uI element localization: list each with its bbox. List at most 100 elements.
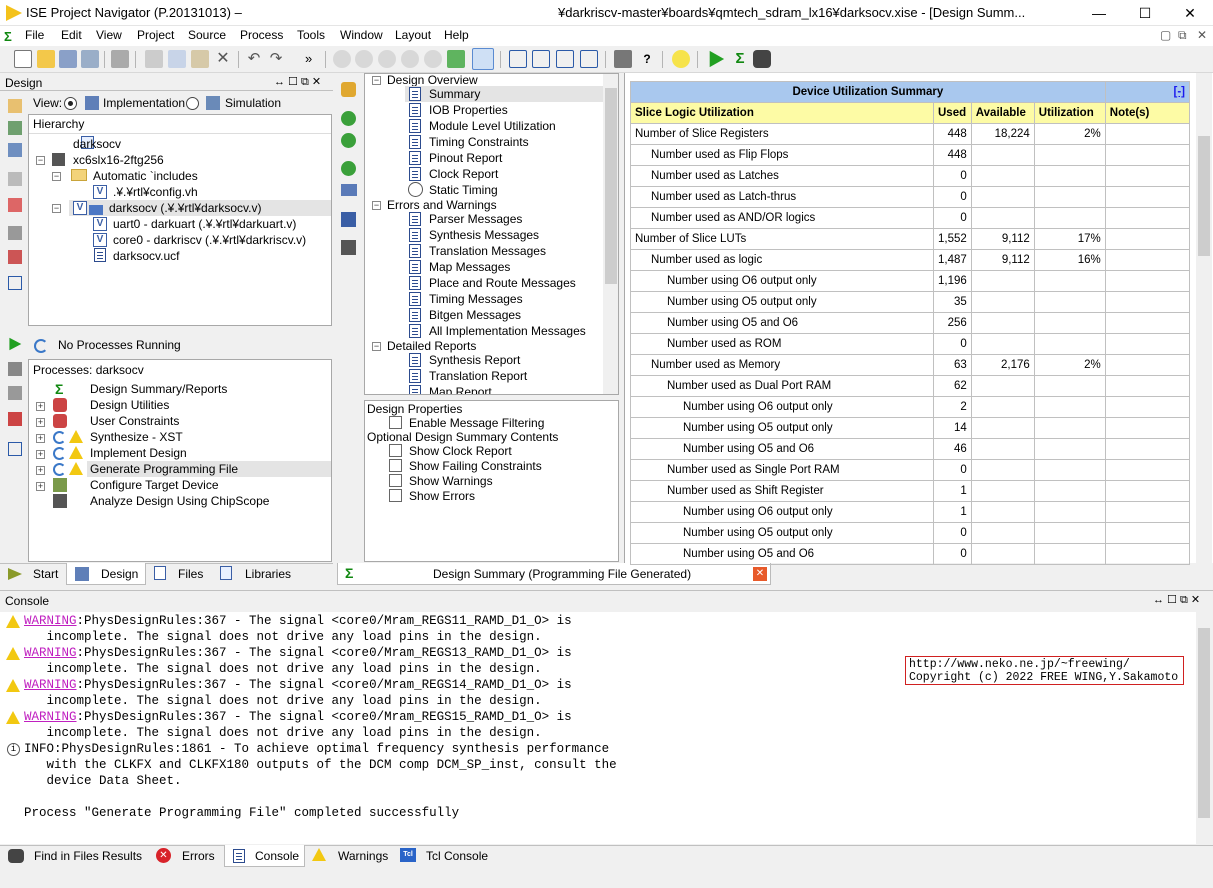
- close-button[interactable]: ✕: [1167, 0, 1213, 26]
- implementation-radio[interactable]: [64, 97, 77, 110]
- nav-pinout[interactable]: Pinout Report: [429, 151, 502, 165]
- nav-parser[interactable]: Parser Messages: [429, 212, 522, 226]
- tree-item-uart[interactable]: uart0 - darkuart (.¥.¥rtl¥darkuart.v): [113, 217, 296, 231]
- menu-process[interactable]: Process: [240, 28, 283, 42]
- new-source-icon[interactable]: [8, 121, 22, 135]
- properties-icon[interactable]: [8, 226, 22, 240]
- process-configure[interactable]: Configure Target Device: [90, 478, 219, 492]
- tile-vertical-icon[interactable]: [556, 50, 574, 68]
- nav-synthesis-report[interactable]: Synthesis Report: [429, 353, 520, 367]
- tab-libraries[interactable]: Libraries: [216, 565, 306, 587]
- expand-icon[interactable]: +: [36, 466, 45, 475]
- failing-constraints-checkbox[interactable]: [389, 459, 402, 472]
- filter-label[interactable]: Enable Message Filtering: [409, 416, 544, 430]
- collapse-icon[interactable]: −: [52, 172, 61, 181]
- menu-tools[interactable]: Tools: [297, 28, 325, 42]
- back-icon[interactable]: [341, 111, 356, 126]
- window-icon[interactable]: [8, 276, 22, 290]
- overflow-chevron-icon[interactable]: »: [305, 50, 323, 68]
- redo-icon[interactable]: ↷: [267, 50, 285, 68]
- clock-report-label[interactable]: Show Clock Report: [409, 444, 512, 458]
- nav-module-util[interactable]: Module Level Utilization: [429, 119, 556, 133]
- simulation-label[interactable]: Simulation: [225, 96, 281, 110]
- save-all-icon[interactable]: [81, 50, 99, 68]
- summary-scroll-thumb[interactable]: [1198, 136, 1210, 256]
- collapse-icon[interactable]: −: [372, 342, 381, 351]
- menu-help[interactable]: Help: [444, 28, 469, 42]
- save-icon[interactable]: [59, 50, 77, 68]
- nav-clock[interactable]: Clock Report: [429, 167, 498, 181]
- process-implement[interactable]: Implement Design: [90, 446, 187, 460]
- telescope-icon[interactable]: [753, 50, 771, 68]
- expand-icon[interactable]: +: [36, 434, 45, 443]
- nav-summary[interactable]: Summary: [429, 87, 480, 101]
- tab-find-results[interactable]: Find in Files Results: [4, 847, 150, 869]
- console-window-controls-icon[interactable]: ↔ ☐ ⧉ ✕: [1153, 593, 1200, 607]
- expand-icon[interactable]: +: [36, 450, 45, 459]
- sigma-summary-icon[interactable]: Σ: [731, 50, 749, 68]
- menu-source[interactable]: Source: [188, 28, 226, 42]
- filter-checkbox[interactable]: [389, 416, 402, 429]
- errors-label[interactable]: Show Errors: [409, 489, 475, 503]
- nav-static-timing[interactable]: Static Timing: [429, 183, 498, 197]
- add-copy-source-icon[interactable]: [8, 143, 22, 157]
- collapse-icon[interactable]: −: [372, 76, 381, 85]
- tree-item-includes[interactable]: Automatic `includes: [93, 169, 198, 183]
- zoom-fit-icon[interactable]: [401, 50, 419, 68]
- nav-timing-msg[interactable]: Timing Messages: [429, 292, 523, 306]
- nav-detailed[interactable]: Detailed Reports: [387, 339, 476, 353]
- forward-icon[interactable]: [341, 133, 356, 148]
- nav-errors-warnings[interactable]: Errors and Warnings: [387, 198, 497, 212]
- nav-all-impl-msg[interactable]: All Implementation Messages: [429, 324, 586, 338]
- process-design-utilities[interactable]: Design Utilities: [90, 398, 169, 412]
- collapse-link[interactable]: [-]: [1104, 81, 1191, 103]
- process-chipscope[interactable]: Analyze Design Using ChipScope: [90, 494, 269, 508]
- mdi-restore-icon[interactable]: ⧉: [1178, 28, 1187, 43]
- warnings-checkbox[interactable]: [389, 474, 402, 487]
- collapse-icon[interactable]: −: [372, 201, 381, 210]
- tab-files[interactable]: Files: [150, 565, 214, 587]
- nav-synthesis-msg[interactable]: Synthesis Messages: [429, 228, 539, 242]
- tree-item-darksocv[interactable]: darksocv (.¥.¥rtl¥darksocv.v): [109, 201, 262, 215]
- tile-horizontal-icon[interactable]: [532, 50, 550, 68]
- tree-item-ucf[interactable]: darksocv.ucf: [113, 249, 179, 263]
- tree-item-device[interactable]: xc6slx16-2ftg256: [73, 153, 164, 167]
- simulation-radio[interactable]: [186, 97, 199, 110]
- undo-icon[interactable]: ↶: [245, 50, 263, 68]
- nav-map-msg[interactable]: Map Messages: [429, 260, 510, 274]
- remove-source-icon[interactable]: [8, 198, 22, 212]
- process-user-constraints[interactable]: User Constraints: [90, 414, 179, 428]
- tab-console[interactable]: Console: [224, 845, 305, 867]
- mdi-close-icon[interactable]: ✕: [1197, 28, 1207, 42]
- warning-link[interactable]: WARNING: [24, 710, 77, 724]
- home-icon[interactable]: [341, 82, 356, 97]
- html-icon[interactable]: [341, 184, 357, 196]
- nav-design-overview[interactable]: Design Overview: [387, 74, 478, 87]
- warning-link[interactable]: WARNING: [24, 678, 77, 692]
- menu-window[interactable]: Window: [340, 28, 383, 42]
- menu-layout[interactable]: Layout: [395, 28, 431, 42]
- refresh-icon[interactable]: [447, 50, 465, 68]
- add-source-icon[interactable]: [8, 99, 22, 113]
- process-design-summary[interactable]: Design Summary/Reports: [90, 382, 227, 396]
- nav-iob[interactable]: IOB Properties: [429, 103, 508, 117]
- mdi-minimize-icon[interactable]: ▢: [1160, 28, 1171, 42]
- panner-icon[interactable]: [472, 48, 494, 70]
- errors-checkbox[interactable]: [389, 489, 402, 502]
- new-file-icon[interactable]: [14, 50, 32, 68]
- warnings-label[interactable]: Show Warnings: [409, 474, 493, 488]
- reload-icon[interactable]: [341, 161, 356, 176]
- nav-timing-constraints[interactable]: Timing Constraints: [429, 135, 529, 149]
- tab-warnings[interactable]: Warnings: [308, 847, 394, 869]
- edit-icon[interactable]: [8, 250, 22, 264]
- nav-bitgen-msg[interactable]: Bitgen Messages: [429, 308, 521, 322]
- expand-icon[interactable]: +: [36, 418, 45, 427]
- help-cursor-icon[interactable]: ?: [638, 50, 656, 68]
- expand-icon[interactable]: +: [36, 482, 45, 491]
- warning-link[interactable]: WARNING: [24, 646, 77, 660]
- rerun-all-icon[interactable]: [8, 386, 22, 400]
- failing-constraints-label[interactable]: Show Failing Constraints: [409, 459, 542, 473]
- process-synthesize[interactable]: Synthesize - XST: [90, 430, 183, 444]
- zoom-out-icon[interactable]: [355, 50, 373, 68]
- panel-float-icon[interactable]: ↔ ☐ ⧉ ✕: [274, 75, 321, 89]
